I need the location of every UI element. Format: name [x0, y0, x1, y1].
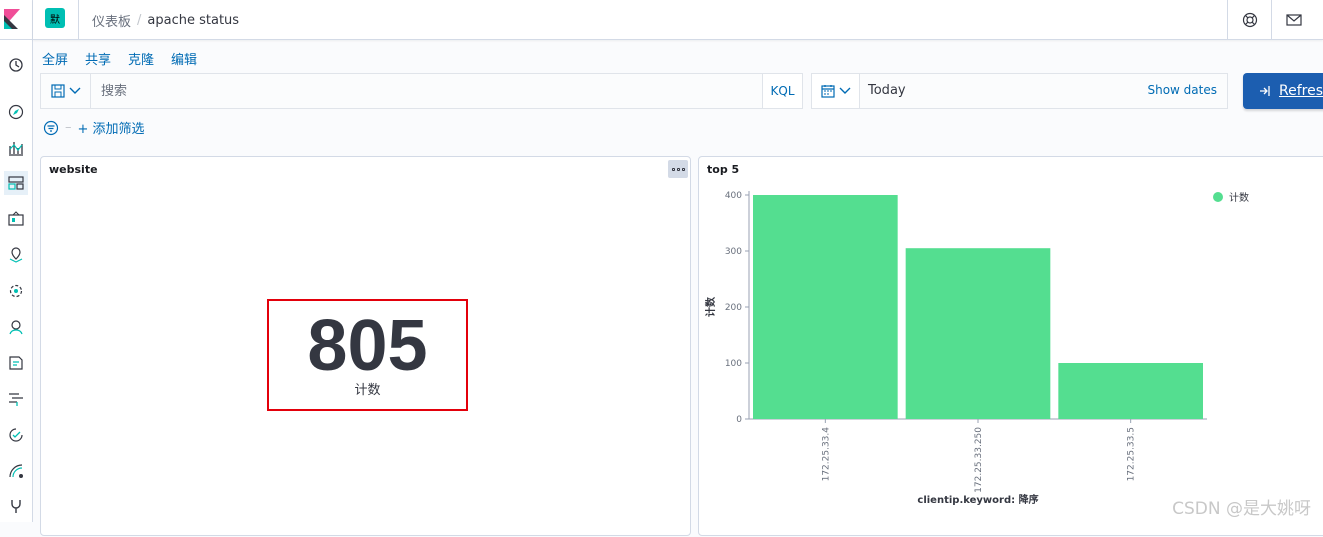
breadcrumb-separator: /	[137, 13, 142, 28]
x-tick-label: 172.25.33.5	[1127, 427, 1137, 481]
header-divider	[78, 0, 79, 40]
maps-icon[interactable]	[4, 243, 28, 267]
infrastructure-icon[interactable]	[4, 315, 28, 339]
news-mail-button[interactable]	[1271, 0, 1315, 40]
saved-query-button[interactable]	[41, 74, 91, 108]
mail-icon	[1285, 14, 1302, 26]
metric-highlight-box: 805 计数	[267, 299, 468, 411]
search-input[interactable]	[91, 74, 763, 108]
date-range-value[interactable]: Today	[868, 83, 906, 98]
dashboard-top-menu: 全屏 共享 克隆 编辑	[42, 49, 197, 68]
canvas-icon[interactable]	[4, 207, 28, 231]
filter-options-icon[interactable]	[43, 120, 59, 136]
share-link[interactable]: 共享	[85, 49, 111, 68]
breadcrumb: 仪表板 / apache status	[92, 11, 239, 30]
breadcrumb-current: apache status	[147, 13, 240, 28]
watermark: CSDN @是大姚呀	[1172, 499, 1311, 519]
x-axis-label: clientip.keyword: 降序	[917, 493, 1038, 506]
uptime-icon[interactable]	[4, 423, 28, 447]
clone-link[interactable]: 克隆	[128, 49, 154, 68]
dev-tools-wrench-icon[interactable]	[4, 494, 28, 518]
edit-link[interactable]: 编辑	[171, 49, 197, 68]
save-disk-icon	[50, 84, 65, 98]
help-lifebuoy-icon	[1242, 12, 1257, 28]
chevron-down-icon	[69, 87, 80, 94]
y-tick-label: 0	[736, 415, 742, 425]
fullscreen-link[interactable]: 全屏	[42, 49, 68, 68]
date-picker: Today Show dates	[811, 73, 1228, 109]
bar	[905, 248, 1051, 419]
show-dates-link[interactable]: Show dates	[1147, 83, 1217, 97]
kibana-logo[interactable]	[0, 0, 33, 40]
logs-icon[interactable]	[4, 351, 28, 375]
apm-icon[interactable]	[4, 387, 28, 411]
filter-bar: – + 添加筛选	[43, 118, 145, 137]
breadcrumb-dashboards[interactable]: 仪表板	[92, 11, 131, 30]
recent-clock-icon[interactable]	[4, 53, 28, 77]
panel-top5: top 5 0 100 200 300 400 计数 172.25.33.4 172.25.3…	[698, 156, 1323, 536]
discover-compass-icon[interactable]	[4, 100, 28, 124]
kql-toggle-button[interactable]: KQL	[762, 74, 802, 108]
machine-learning-icon[interactable]	[4, 279, 28, 303]
dashboard-icon[interactable]	[4, 171, 28, 195]
quick-select-button[interactable]	[812, 74, 860, 108]
space-avatar[interactable]: 默	[45, 8, 65, 28]
visualize-icon[interactable]	[4, 136, 28, 160]
y-axis-label: 计数	[704, 296, 717, 317]
calendar-icon	[820, 85, 835, 98]
legend-swatch	[1213, 192, 1223, 202]
metric-label: 计数	[354, 383, 381, 398]
bar-chart: 0 100 200 300 400 计数 172.25.33.4 172.25.33.250 1…	[704, 191, 1249, 506]
y-tick-label: 200	[725, 303, 742, 313]
query-bar: KQL	[40, 73, 803, 109]
y-tick-label: 300	[725, 247, 742, 257]
y-tick-label: 400	[725, 191, 742, 201]
top-header: 默 仪表板 / apache status	[33, 0, 1323, 40]
refresh-button[interactable]: Refresh	[1243, 73, 1323, 109]
bar	[1058, 363, 1203, 419]
panel-options-button[interactable]	[668, 160, 688, 178]
filter-divider: –	[65, 120, 72, 135]
y-tick-label: 100	[725, 359, 742, 369]
refresh-button-label: Refresh	[1279, 83, 1323, 99]
refresh-icon	[1260, 86, 1270, 96]
siem-icon[interactable]	[4, 459, 28, 483]
bar	[753, 195, 898, 419]
add-filter-link[interactable]: + 添加筛选	[78, 118, 145, 137]
metric-value: 805	[307, 306, 428, 386]
nav-rail	[0, 0, 33, 522]
help-button[interactable]	[1227, 0, 1271, 40]
panel-title: website	[49, 163, 98, 176]
panel-website: website 805 计数	[40, 156, 691, 536]
x-tick-label: 172.25.33.4	[821, 427, 831, 482]
chevron-down-icon	[839, 87, 850, 94]
x-tick-label: 172.25.33.250	[974, 427, 984, 493]
legend-label: 计数	[1229, 191, 1249, 204]
